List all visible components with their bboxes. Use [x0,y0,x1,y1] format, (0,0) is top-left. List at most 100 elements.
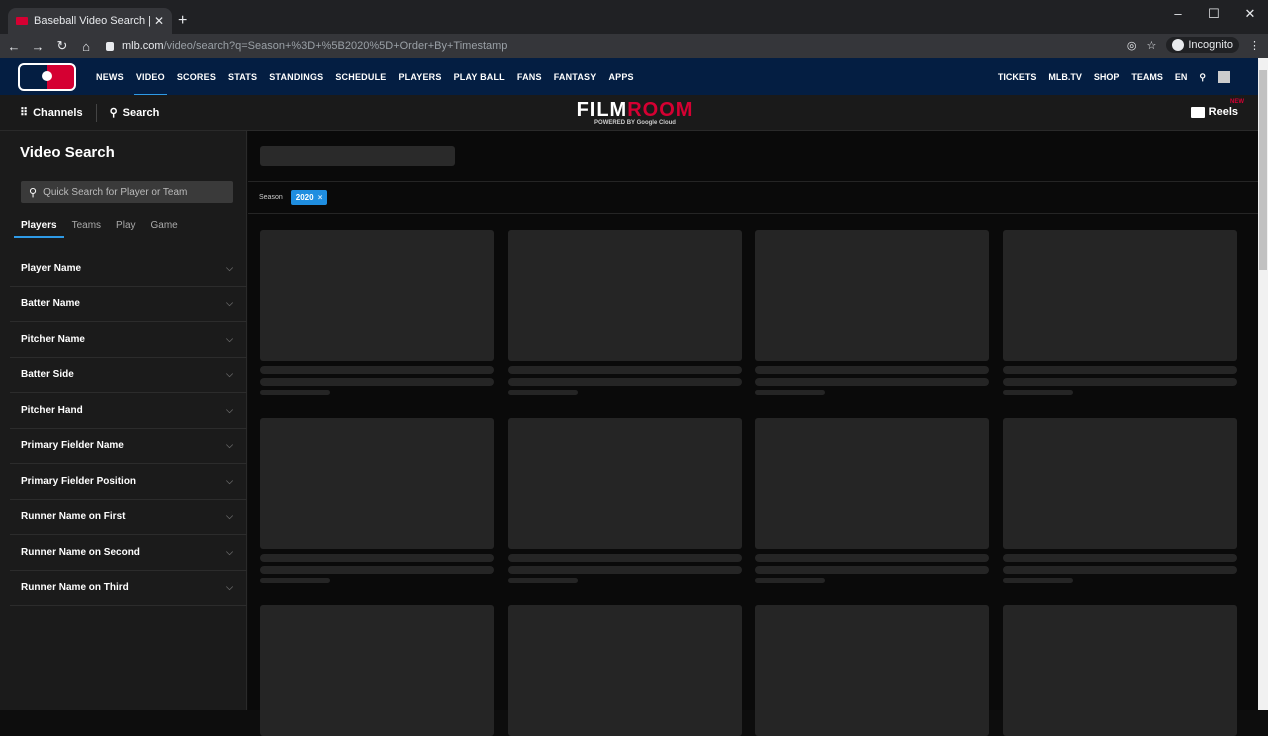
reels-button[interactable]: Reels NEW [1190,99,1244,118]
minimize-icon[interactable]: – [1160,0,1196,30]
filter-runner-on-second[interactable]: Runner Name on Second ⌵ [10,535,247,571]
close-tab-icon[interactable]: ✕ [154,14,164,28]
tab-players[interactable]: Players [14,220,64,238]
close-icon[interactable]: × [318,193,323,202]
chevron-down-icon: ⌵ [226,404,233,415]
video-card-placeholder[interactable] [260,605,494,736]
season-label: Season [259,194,283,201]
chevron-down-icon: ⌵ [226,546,233,557]
text-placeholder [755,390,825,395]
nav-players[interactable]: PLAYERS [398,72,441,82]
chevron-down-icon: ⌵ [226,333,233,344]
browser-tab-strip: Baseball Video Search | MLB Film ✕ + – ☐… [0,0,1268,34]
search-icon[interactable]: ⚲ [1199,72,1206,83]
bookmark-star-icon[interactable]: ☆ [1146,39,1156,52]
video-card-placeholder[interactable] [508,605,742,736]
video-card-placeholder[interactable] [755,605,989,736]
address-bar-actions: ◎ ☆ Incognito ⋮ [1127,37,1260,53]
text-placeholder [1003,366,1237,374]
filter-batter-side[interactable]: Batter Side ⌵ [10,358,247,393]
nav-standings[interactable]: STANDINGS [269,72,323,82]
nav-news[interactable]: NEWS [96,72,124,82]
filter-label: Batter Name [21,298,80,310]
season-filter-chip[interactable]: 2020 × [290,190,328,205]
tab-play[interactable]: Play [116,220,135,231]
filter-player-name[interactable]: Player Name ⌵ [10,251,247,287]
nav-video[interactable]: VIDEO [133,72,167,96]
incognito-icon [1172,39,1185,51]
maximize-icon[interactable]: ☐ [1196,0,1232,30]
nav-scores[interactable]: SCORES [177,72,216,82]
chip-value: 2020 [295,193,314,202]
video-card-placeholder[interactable] [1003,605,1237,736]
search-button[interactable]: ⚲ Search [110,106,160,120]
text-placeholder [1003,566,1237,574]
video-card-placeholder[interactable] [755,230,989,395]
channels-button[interactable]: ⠿ Channels [20,106,83,120]
url-domain: mlb.com [122,40,164,52]
nav-fantasy[interactable]: FANTASY [554,72,597,82]
filter-pitcher-hand[interactable]: Pitcher Hand ⌵ [10,393,247,429]
filter-batter-name[interactable]: Batter Name ⌵ [10,287,247,322]
browser-menu-icon[interactable]: ⋮ [1249,39,1260,52]
thumbnail-placeholder [260,605,494,736]
url-bar[interactable]: mlb.com /video/search?q=Season+%3D+%5B20… [106,36,1146,56]
filter-primary-fielder-name[interactable]: Primary Fielder Name ⌵ [10,429,247,464]
nav-schedule[interactable]: SCHEDULE [335,72,386,82]
nav-mlbtv[interactable]: MLB.TV [1048,72,1082,82]
tracking-protection-icon[interactable]: ◎ [1127,39,1137,52]
nav-teams[interactable]: TEAMS [1131,72,1163,82]
video-card-placeholder[interactable] [508,418,742,583]
nav-language[interactable]: EN [1175,72,1188,82]
filter-primary-fielder-position[interactable]: Primary Fielder Position ⌵ [10,464,247,500]
nav-shop[interactable]: SHOP [1094,72,1120,82]
quick-search-placeholder: Quick Search for Player or Team [43,186,188,198]
scrollbar-thumb[interactable] [1259,70,1267,270]
thumbnail-placeholder [1003,605,1237,736]
tab-teams[interactable]: Teams [72,220,101,231]
text-placeholder [755,366,989,374]
filter-label: Pitcher Hand [21,404,83,416]
video-card-placeholder[interactable] [1003,230,1237,395]
filter-label: Pitcher Name [21,333,85,345]
tab-game[interactable]: Game [151,220,178,231]
reload-icon[interactable]: ↻ [52,38,72,54]
filter-label: Runner Name on Second [21,546,140,558]
filter-runner-on-third[interactable]: Runner Name on Third ⌵ [10,571,247,606]
browser-tab[interactable]: Baseball Video Search | MLB Film ✕ [8,8,172,34]
grid-icon: ⠿ [20,107,29,119]
video-card-placeholder[interactable] [508,230,742,395]
new-tab-icon[interactable]: + [178,12,187,30]
filter-pitcher-name[interactable]: Pitcher Name ⌵ [10,322,247,358]
nav-play-ball[interactable]: PLAY BALL [454,72,505,82]
filter-runner-on-first[interactable]: Runner Name on First ⌵ [10,500,247,535]
nav-apps[interactable]: APPS [608,72,633,82]
incognito-badge[interactable]: Incognito [1166,37,1239,53]
nav-tickets[interactable]: TICKETS [998,72,1037,82]
divider [95,103,97,122]
video-card-placeholder[interactable] [755,418,989,583]
video-card-placeholder[interactable] [1003,418,1237,583]
nav-stats[interactable]: STATS [228,72,257,82]
home-icon[interactable]: ⌂ [76,39,96,54]
close-window-icon[interactable]: ✕ [1232,0,1268,30]
mlb-favicon-icon [16,17,28,25]
film-room-logo[interactable]: FILMROOM POWERED BY Google Cloud [565,99,705,127]
text-placeholder [260,578,330,583]
back-icon[interactable]: ← [4,39,24,54]
filter-label: Runner Name on Third [21,582,129,594]
text-placeholder [508,554,742,562]
window-controls: – ☐ ✕ [1160,0,1268,30]
video-card-placeholder[interactable] [260,230,494,395]
video-card-placeholder[interactable] [260,418,494,583]
user-account-icon[interactable] [1218,71,1230,83]
nav-fans[interactable]: FANS [517,72,542,82]
page-scrollbar[interactable] [1258,58,1268,710]
quick-search-input[interactable]: ⚲ Quick Search for Player or Team [21,181,233,203]
divider [248,181,1258,182]
mlb-logo[interactable] [18,62,76,91]
text-placeholder [260,566,494,574]
search-label: Search [122,106,160,119]
forward-icon[interactable]: → [28,39,48,54]
filter-label: Primary Fielder Position [21,475,137,487]
